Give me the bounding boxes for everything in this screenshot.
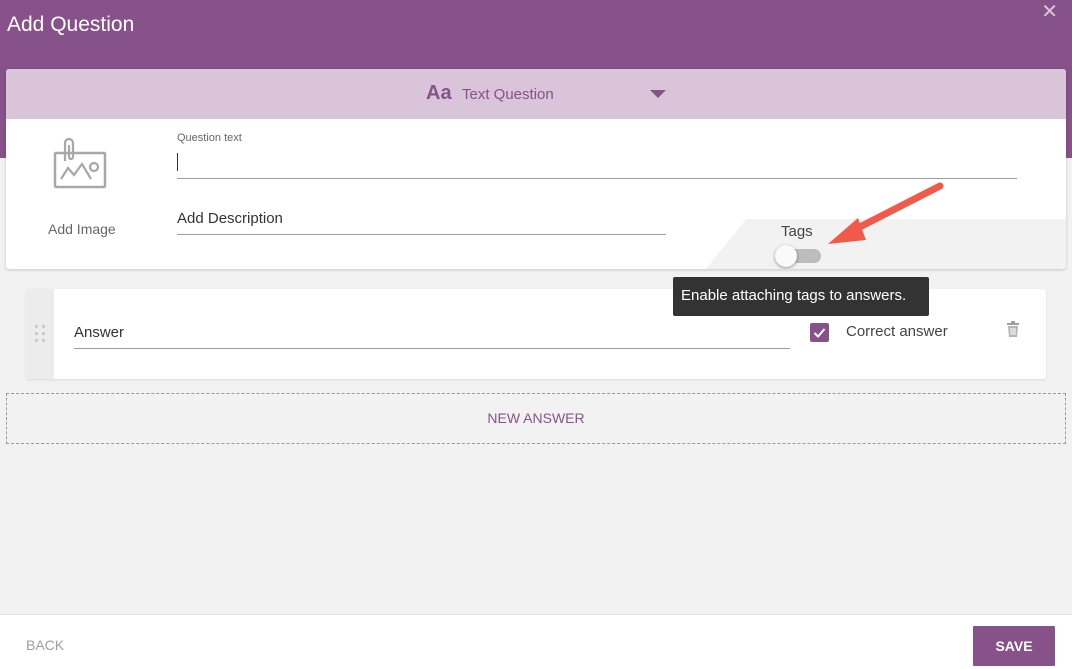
dialog-title: Add Question <box>7 13 135 36</box>
caret-down-icon <box>650 90 666 98</box>
correct-answer-checkbox[interactable] <box>810 323 829 342</box>
back-button[interactable]: BACK <box>26 637 64 653</box>
tags-toggle[interactable] <box>775 245 821 267</box>
add-image-label[interactable]: Add Image <box>48 221 116 237</box>
new-answer-button[interactable]: NEW ANSWER <box>6 393 1066 444</box>
question-type-label: Text Question <box>462 86 554 103</box>
question-type-selector[interactable]: Aa Text Question <box>6 69 1066 119</box>
dialog-footer: BACK SAVE <box>0 614 1072 669</box>
save-button[interactable]: SAVE <box>973 626 1055 666</box>
drag-dots-icon <box>35 325 47 343</box>
tags-tooltip: Enable attaching tags to answers. <box>673 277 929 316</box>
correct-answer-label: Correct answer <box>846 323 948 340</box>
description-input[interactable]: Add Description <box>177 207 666 235</box>
text-type-icon: Aa <box>426 82 452 104</box>
annotation-arrow-icon <box>828 182 944 244</box>
tags-label: Tags <box>781 223 813 240</box>
drag-handle[interactable] <box>26 289 54 379</box>
trash-icon[interactable] <box>1006 321 1020 337</box>
question-text-input[interactable] <box>177 149 1017 179</box>
question-text-label: Question text <box>177 132 242 144</box>
close-icon[interactable]: ✕ <box>1041 2 1058 22</box>
answer-input[interactable]: Answer <box>74 321 790 349</box>
toggle-knob <box>775 245 797 267</box>
image-icon[interactable] <box>52 135 110 193</box>
check-icon <box>813 328 826 338</box>
text-cursor <box>177 153 178 171</box>
